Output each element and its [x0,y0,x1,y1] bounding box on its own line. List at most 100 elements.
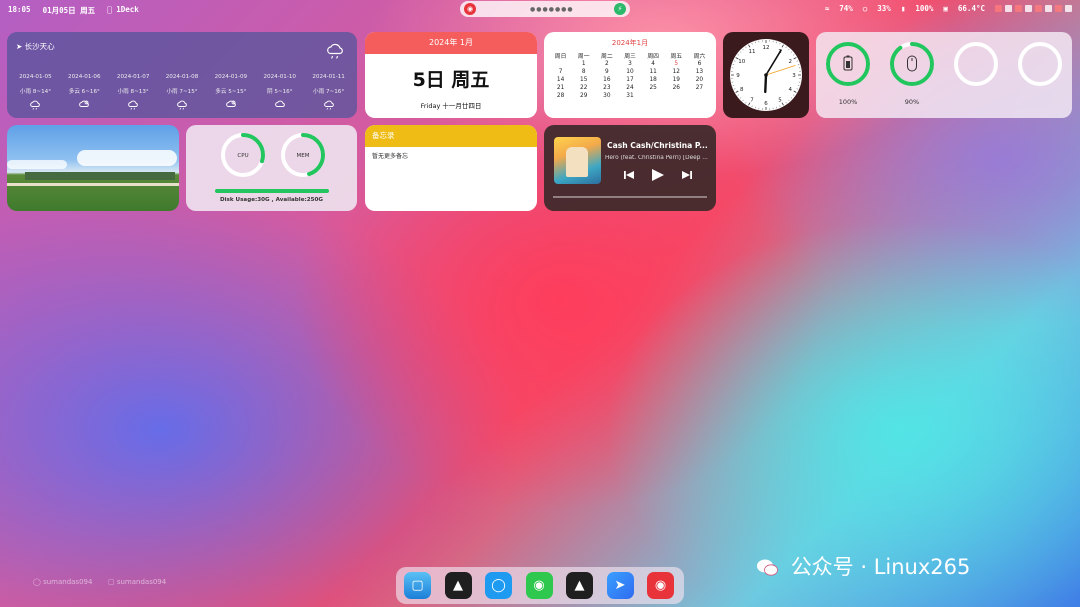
calendar-day[interactable]: 2 [595,60,618,68]
calendar-day[interactable]: 18 [642,76,665,84]
calendar-day[interactable]: 30 [595,92,618,100]
calendar-day[interactable]: 16 [595,76,618,84]
rain-icon [30,100,41,110]
calendar-widget[interactable]: 2024年1月 周日 周一 周二 周三 周四 周五 周六 1 2 3 4 5 6 7 8 9 10 11 12 13… [544,32,716,118]
dynamic-island[interactable]: ◉ ●●●●●●● ⚡ [460,1,630,17]
tray-app-icon[interactable] [995,5,1002,12]
calendar-day[interactable]: 27 [688,84,711,92]
tray-app-icon[interactable] [1065,5,1072,12]
hour-hand [764,73,768,94]
calendar-day[interactable]: 29 [572,92,595,100]
app-b-icon[interactable]: ▲ [566,572,593,599]
calendar-day[interactable]: 28 [549,92,572,100]
headphone-icon[interactable]: ○ [863,4,868,13]
app-name[interactable]:  1Deck [107,5,139,16]
next-icon[interactable] [682,171,692,179]
calendar-day[interactable]: 11 [642,68,665,76]
calendar-day[interactable]: 22 [572,84,595,92]
calendar-day[interactable]: 25 [642,84,665,92]
battery-widget[interactable]: 100% 90% [816,32,1072,118]
tray-app-icon[interactable] [1055,5,1062,12]
feishu-icon[interactable]: ➤ [606,572,634,599]
forecast-day: 2024-01-06 多云 6~16° [60,74,109,110]
forecast-day: 2024-01-05 小雨 8~14° [11,74,60,110]
cpu-label: CPU [237,153,248,159]
netease-music-icon[interactable]: ◉ [464,3,476,15]
date-widget-header: 2024年 1月 [365,32,537,54]
tray-app-icon[interactable] [1035,5,1042,12]
calendar-day[interactable]: 1 [572,60,595,68]
forecast-day: 2024-01-07 小雨 8~13° [109,74,158,110]
weekday-label: 周日 [554,54,567,60]
calendar-day[interactable]: 21 [549,84,572,92]
memo-widget[interactable]: 备忘录 暂无更多备忘 [365,125,537,211]
calendar-day[interactable]: 10 [618,68,641,76]
calendar-day[interactable]: 3 [618,60,641,68]
cpu-temp-text: 66.4°C [957,4,985,13]
date-widget[interactable]: 2024年 1月 5日 周五 Friday 十一月廿四日 [365,32,537,118]
music-widget[interactable]: Cash Cash/Christina P... Hero (feat. Chr… [544,125,716,211]
memo-body: 暂无更多备忘 [372,153,409,160]
clock-numeral: 4 [789,87,793,93]
forecast-condition: 多云 6~16° [68,89,100,95]
weather-widget[interactable]: ➤ 长沙天心 2024-01-05 小雨 8~14° 2024-01-06 多云 6~… [7,32,357,118]
system-monitor-widget[interactable]: CPU MEM Disk Usage:30G , Available:250G [186,125,357,211]
tray-app-icon[interactable] [1025,5,1032,12]
album-art[interactable] [554,137,601,184]
calendar-day[interactable]: 9 [595,68,618,76]
tray-app-icon[interactable] [1015,5,1022,12]
calendar-day[interactable]: 5 [665,60,688,68]
qq-icon[interactable]: ◯ [485,572,512,599]
clock-numeral: 8 [740,87,744,93]
calendar-day[interactable] [688,92,711,100]
calendar-day[interactable]: 24 [618,84,641,92]
battery-level-label: 90% [904,98,920,106]
headphone-battery-text: 33% [877,4,891,13]
calendar-day[interactable]: 20 [688,76,711,84]
track-shape [7,183,179,186]
calendar-day[interactable] [642,92,665,100]
netease-music-icon[interactable]: ◉ [647,572,674,599]
tray-app-icon[interactable] [1005,5,1012,12]
progress-bar[interactable] [553,196,707,198]
calendar-day[interactable]: 13 [688,68,711,76]
calendar-day[interactable]: 17 [618,76,641,84]
app-a-icon[interactable]: ▲ [444,572,472,599]
forecast-day: 2024-01-09 多云 5~15° [206,74,255,110]
calendar-day[interactable]: 12 [665,68,688,76]
play-icon[interactable] [652,169,664,181]
calendar-day[interactable]: 19 [665,76,688,84]
wechat-icon[interactable]: ◉ [525,572,553,599]
tray-app-icon[interactable] [1045,5,1052,12]
photo-widget[interactable] [7,125,179,211]
calendar-day[interactable]: 6 [688,60,711,68]
tray-icons[interactable] [995,5,1072,12]
calendar-day[interactable] [665,92,688,100]
charging-icon[interactable]: ⚡ [614,3,626,15]
forecast-date: 2024-01-05 [19,74,52,80]
calendar-day[interactable] [549,60,572,68]
mem-label: MEM [297,153,310,159]
calendar-day[interactable]: 8 [572,68,595,76]
date-widget-lunar: Friday 十一月廿四日 [420,102,482,110]
forecast-condition: 阴 5~16° [266,89,293,95]
calendar-day[interactable]: 15 [572,76,595,84]
forecast-condition: 小雨 7~15° [166,89,198,95]
forecast-date: 2024-01-07 [116,74,150,80]
calendar-day[interactable]: 23 [595,84,618,92]
calendar-day[interactable]: 4 [642,60,665,68]
dock: ▢ ▲ ◯ ◉ ▲ ➤ ◉ [396,567,684,604]
calendar-day[interactable]: 7 [549,68,572,76]
wifi-icon[interactable]: ≈ [825,4,830,13]
previous-icon[interactable] [624,171,634,179]
battery-icon[interactable]: ▮ [901,4,906,13]
cpu-temp-icon[interactable]: ▣ [943,4,948,13]
weekday-label: 周三 [624,54,636,60]
calendar-day[interactable]: 26 [665,84,688,92]
finder-icon[interactable]: ▢ [404,572,431,599]
calendar-day[interactable]: 14 [549,76,572,84]
clock-widget[interactable]: 123456789101112 [723,32,809,118]
calendar-day[interactable]: 31 [618,92,641,100]
forecast-date: 2024-01-09 [214,74,248,80]
clock-numeral: 10 [738,59,745,65]
